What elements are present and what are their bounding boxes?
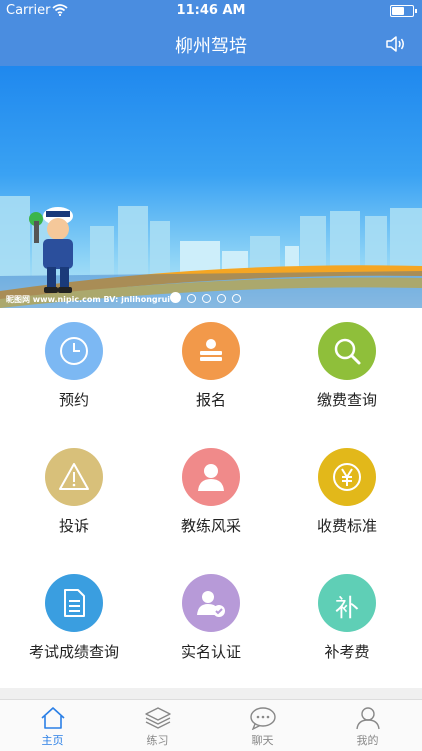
tab-mine[interactable]: 我的 [315,700,420,751]
status-bar: Carrier 11:46 AM [0,0,422,22]
grid-item-label: 教练风采 [180,517,241,535]
page-title: 柳州驾培 [175,36,247,57]
banner-illustration [0,196,422,308]
search-icon [318,322,376,380]
grid-item-exam-score-query[interactable]: 考试成绩查询 [4,574,144,662]
tab-bar: 主页 练习 聊天 我的 [0,699,422,751]
bu-char-icon: 补 [318,574,376,632]
status-time: 11:46 AM [176,3,246,18]
register-icon [182,322,240,380]
verify-user-icon [182,574,240,632]
carousel-dot[interactable] [170,292,181,303]
carousel-indicator[interactable] [170,288,247,307]
service-grid: 预约 报名 缴费查询 投诉 教练风采 收费标准 考试成绩查询 实名认证 补 补考… [0,308,422,690]
tab-home[interactable]: 主页 [0,700,105,751]
warning-icon [45,448,103,506]
bu-char-glyph: 补 [335,594,359,622]
person-icon [182,448,240,506]
grid-item-label: 收费标准 [316,517,377,535]
tab-chat[interactable]: 聊天 [210,700,315,751]
tab-label: 我的 [356,734,379,747]
clock-icon [45,322,103,380]
grid-item-coach-profile[interactable]: 教练风采 [141,448,281,536]
grid-item-label: 实名认证 [180,643,241,661]
grid-item-label: 补考费 [324,643,370,661]
battery-icon [390,5,417,17]
grid-item-label: 缴费查询 [316,391,377,409]
nav-bar: 柳州驾培 [0,22,422,66]
yen-icon [318,448,376,506]
section-divider [0,688,422,699]
grid-item-label: 报名 [195,391,226,409]
grid-item-payment-query[interactable]: 缴费查询 [277,322,417,410]
carousel-dot[interactable] [202,294,211,303]
grid-item-makeup-exam-fee[interactable]: 补 补考费 [277,574,417,662]
speaker-icon[interactable] [384,32,408,56]
grid-item-label: 考试成绩查询 [28,643,119,661]
tab-label: 练习 [146,734,169,747]
tab-practice[interactable]: 练习 [105,700,210,751]
grid-item-appointment[interactable]: 预约 [4,322,144,410]
tab-label: 主页 [41,734,64,747]
chat-icon [249,707,276,730]
grid-item-real-name-auth[interactable]: 实名认证 [141,574,281,662]
grid-item-complaint[interactable]: 投诉 [4,448,144,536]
profile-icon [355,707,380,730]
carousel-dot[interactable] [217,294,226,303]
banner-carousel[interactable]: 昵图网 www.nipic.com BV: jnlihongrui [0,66,422,308]
grid-item-fee-standard[interactable]: 收费标准 [277,448,417,536]
grid-item-register[interactable]: 报名 [141,322,281,410]
carousel-dot[interactable] [232,294,241,303]
banner-watermark: 昵图网 www.nipic.com BV: jnlihongrui [6,295,171,304]
carousel-dot[interactable] [187,294,196,303]
grid-item-label: 预约 [58,391,89,409]
tab-label: 聊天 [251,734,274,747]
layers-icon [144,707,171,729]
grid-item-label: 投诉 [58,517,89,535]
document-icon [45,574,103,632]
home-icon [40,707,65,729]
